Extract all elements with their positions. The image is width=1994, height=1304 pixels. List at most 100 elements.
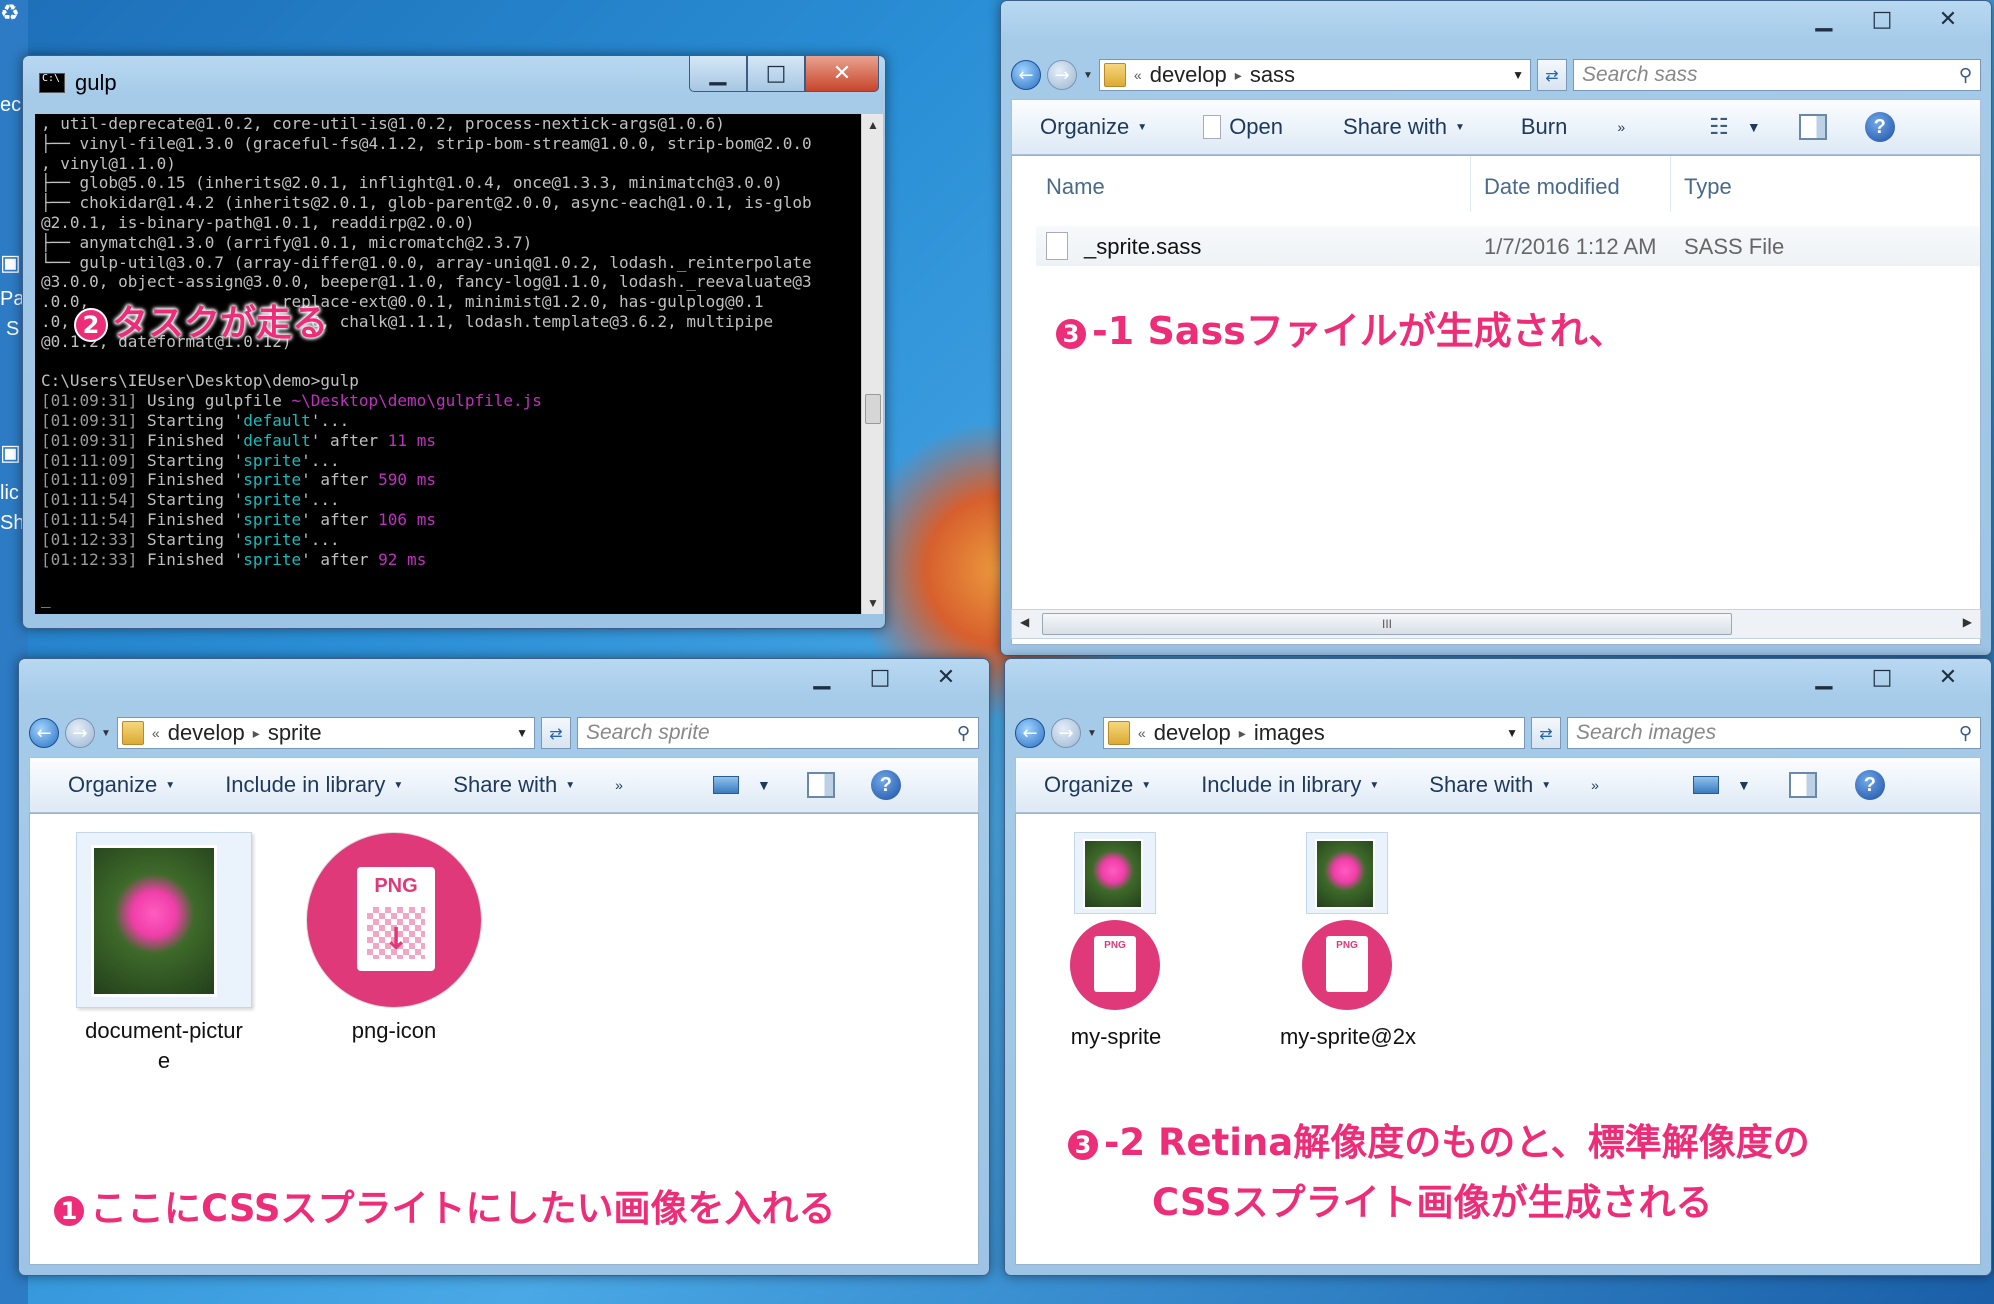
breadcrumb-root[interactable]: develop xyxy=(1154,720,1231,746)
refresh-icon[interactable]: ⇄ xyxy=(1537,59,1567,91)
desktop-label-lic: lic xyxy=(0,482,19,504)
search-icon[interactable]: ⚲ xyxy=(957,723,970,744)
search-icon[interactable]: ⚲ xyxy=(1959,723,1972,744)
file-item-my-sprite-2x[interactable]: PNG my-sprite@2x xyxy=(1248,832,1448,1052)
address-dropdown-icon[interactable]: ▼ xyxy=(1506,726,1518,740)
maximize-button[interactable]: □ xyxy=(747,56,805,92)
breadcrumb-separator-icon[interactable]: ▸ xyxy=(1239,725,1246,742)
help-icon[interactable]: ? xyxy=(870,770,901,800)
change-view-button[interactable]: ▼ xyxy=(1692,776,1751,794)
close-button[interactable]: ✕ xyxy=(805,56,879,92)
history-dropdown-icon[interactable]: ▼ xyxy=(1087,728,1097,739)
address-dropdown-icon[interactable]: ▼ xyxy=(1512,68,1524,82)
annotation-badge-1: 1 xyxy=(52,1193,86,1228)
share-with-button[interactable]: Share with ▼ xyxy=(1429,772,1551,798)
history-dropdown-icon[interactable]: ▼ xyxy=(1083,70,1093,81)
maximize-button[interactable]: □ xyxy=(1853,1,1911,37)
breadcrumb-root[interactable]: develop xyxy=(1150,62,1227,88)
preview-pane-icon[interactable] xyxy=(806,772,835,798)
overflow-chevron-icon[interactable]: « xyxy=(152,725,160,741)
address-bar[interactable]: « develop ▸ sass ▼ xyxy=(1098,59,1531,91)
preview-pane-icon[interactable] xyxy=(1798,114,1827,140)
explorer-window-images[interactable]: ▁ □ ✕ ← → ▼ « develop ▸ images ▼ ⇄ Searc… xyxy=(1004,658,1992,1276)
organize-caret-icon: ▼ xyxy=(165,779,176,791)
breadcrumb-separator-icon[interactable]: ▸ xyxy=(1235,67,1242,84)
console-output[interactable]: , util-deprecate@1.0.2, core-util-is@1.0… xyxy=(35,114,861,614)
scroll-up-icon[interactable]: ▲ xyxy=(862,118,884,132)
more-commands-icon[interactable]: » xyxy=(1617,119,1625,135)
organize-button[interactable]: Organize ▼ xyxy=(1044,772,1151,798)
address-dropdown-icon[interactable]: ▼ xyxy=(516,726,528,740)
breadcrumb-current[interactable]: sprite xyxy=(268,720,322,746)
help-icon[interactable]: ? xyxy=(1854,770,1885,800)
sass-file-list[interactable]: Name Date modified Type _sprite.sass 1/7… xyxy=(1011,155,1981,645)
console-text: replace-ext@0.0.1, minimist@1.2.0, has-g… xyxy=(281,292,764,312)
minimize-button[interactable]: ▁ xyxy=(689,56,747,92)
close-button[interactable]: ✕ xyxy=(1911,1,1985,37)
explorer-window-sprite[interactable]: ▁ □ ✕ ← → ▼ « develop ▸ sprite ▼ ⇄ Searc… xyxy=(18,658,990,1276)
forward-icon[interactable]: → xyxy=(1051,718,1081,748)
scroll-thumb[interactable]: III xyxy=(1042,613,1732,635)
overflow-chevron-icon[interactable]: « xyxy=(1138,725,1146,741)
maximize-button[interactable]: □ xyxy=(851,659,909,695)
console-scrollbar[interactable]: ▲ ▼ xyxy=(861,114,883,614)
scroll-thumb[interactable] xyxy=(865,394,881,424)
search-icon[interactable]: ⚲ xyxy=(1959,65,1972,86)
organize-button[interactable]: Organize ▼ xyxy=(1040,114,1147,140)
minimize-button[interactable]: ▁ xyxy=(793,659,851,695)
console-line: [01:09:31] Starting 'default'... xyxy=(41,411,855,431)
images-file-area[interactable]: PNG my-sprite PNG my-sprite@2x 3 -2 Retin… xyxy=(1015,813,1981,1265)
open-button[interactable]: Open xyxy=(1203,114,1283,140)
back-icon[interactable]: ← xyxy=(1015,718,1045,748)
scroll-left-icon[interactable]: ◀ xyxy=(1020,615,1029,629)
file-row-sprite-sass[interactable]: _sprite.sass 1/7/2016 1:12 AM SASS File xyxy=(1036,226,1980,266)
preview-pane-icon[interactable] xyxy=(1788,772,1817,798)
file-item-png-icon[interactable]: PNG ↓ png-icon xyxy=(294,832,494,1046)
address-bar[interactable]: « develop ▸ images ▼ xyxy=(1102,717,1525,749)
breadcrumb-current[interactable]: sass xyxy=(1250,62,1295,88)
scroll-right-icon[interactable]: ▶ xyxy=(1963,615,1972,629)
refresh-icon[interactable]: ⇄ xyxy=(541,717,571,749)
back-icon[interactable]: ← xyxy=(29,718,59,748)
search-input[interactable]: Search images ⚲ xyxy=(1567,717,1981,749)
more-commands-icon[interactable]: » xyxy=(615,777,623,793)
more-commands-icon[interactable]: » xyxy=(1591,777,1599,793)
scroll-down-icon[interactable]: ▼ xyxy=(862,596,884,610)
sass-horizontal-scrollbar[interactable]: ◀ III ▶ xyxy=(1011,609,1981,639)
search-input[interactable]: Search sass ⚲ xyxy=(1573,59,1981,91)
refresh-icon[interactable]: ⇄ xyxy=(1531,717,1561,749)
include-in-library-button[interactable]: Include in library ▼ xyxy=(1201,772,1379,798)
maximize-button[interactable]: □ xyxy=(1853,659,1911,695)
breadcrumb-root[interactable]: develop xyxy=(168,720,245,746)
close-button[interactable]: ✕ xyxy=(1911,659,1985,695)
minimize-button[interactable]: ▁ xyxy=(1795,659,1853,695)
include-in-library-button[interactable]: Include in library ▼ xyxy=(225,772,403,798)
search-input[interactable]: Search sprite ⚲ xyxy=(577,717,979,749)
history-dropdown-icon[interactable]: ▼ xyxy=(101,728,111,739)
overflow-chevron-icon[interactable]: « xyxy=(1134,67,1142,83)
minimize-button[interactable]: ▁ xyxy=(1795,1,1853,37)
breadcrumb-current[interactable]: images xyxy=(1254,720,1325,746)
sprite-file-area[interactable]: document-pictur e PNG ↓ png-icon 1 ここにCSSス… xyxy=(29,813,979,1265)
back-icon[interactable]: ← xyxy=(1011,60,1041,90)
recycle-bin-icon[interactable]: ♻ xyxy=(0,0,26,40)
column-name[interactable]: Name xyxy=(1046,174,1105,200)
console-text: , util-deprecate@1.0.2, core-util-is@1.0… xyxy=(41,114,725,133)
change-view-button[interactable]: ▼ xyxy=(712,776,771,794)
organize-button[interactable]: Organize ▼ xyxy=(68,772,175,798)
change-view-button[interactable]: ☷ ▼ xyxy=(1709,114,1761,140)
burn-button[interactable]: Burn xyxy=(1521,114,1567,140)
file-item-document-picture[interactable]: document-pictur e xyxy=(64,832,264,1076)
column-type[interactable]: Type xyxy=(1684,174,1732,200)
help-icon[interactable]: ? xyxy=(1864,112,1895,142)
breadcrumb-separator-icon[interactable]: ▸ xyxy=(253,725,260,742)
column-date-modified[interactable]: Date modified xyxy=(1484,174,1620,200)
file-label-line1: document-pictur xyxy=(85,1018,243,1043)
share-with-button[interactable]: Share with ▼ xyxy=(1343,114,1465,140)
forward-icon[interactable]: → xyxy=(1047,60,1077,90)
file-item-my-sprite[interactable]: PNG my-sprite xyxy=(1016,832,1216,1052)
forward-icon[interactable]: → xyxy=(65,718,95,748)
address-bar[interactable]: « develop ▸ sprite ▼ xyxy=(116,717,535,749)
share-with-button[interactable]: Share with ▼ xyxy=(453,772,575,798)
close-button[interactable]: ✕ xyxy=(909,659,983,695)
